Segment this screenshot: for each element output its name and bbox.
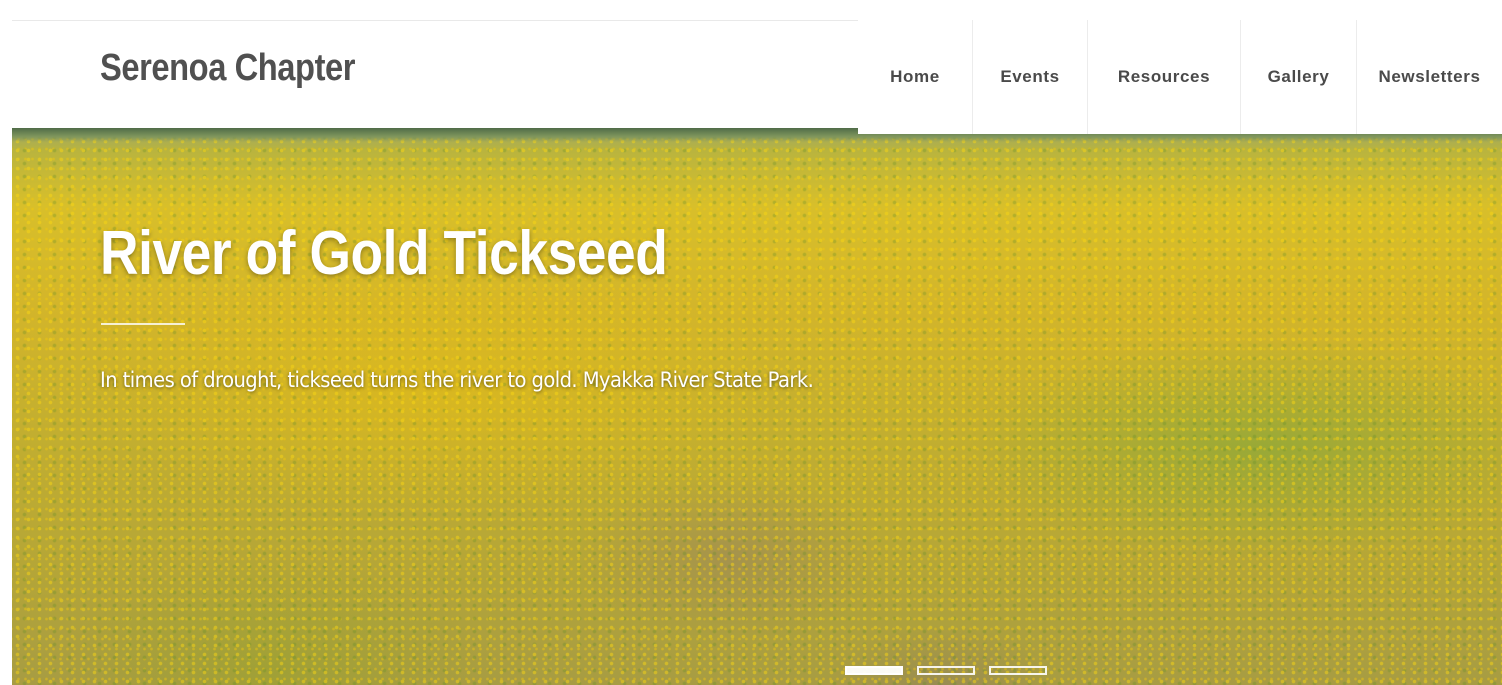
nav-home[interactable]: Home xyxy=(858,20,972,134)
hero-title-divider xyxy=(101,323,185,325)
slider-indicators xyxy=(845,666,1047,675)
nav-events[interactable]: Events xyxy=(972,20,1087,134)
slide-indicator-3[interactable] xyxy=(989,666,1047,675)
nav-gallery[interactable]: Gallery xyxy=(1240,20,1356,134)
slide-indicator-1[interactable] xyxy=(845,666,903,675)
hero-title: River of Gold Tickseed xyxy=(100,219,668,288)
main-navigation: Home Events Resources Gallery Newsletter… xyxy=(858,20,1502,134)
nav-resources[interactable]: Resources xyxy=(1087,20,1240,134)
hero-caption: In times of drought, tickseed turns the … xyxy=(100,368,814,392)
tickseed-field-texture xyxy=(12,128,1502,685)
site-title[interactable]: Serenoa Chapter xyxy=(100,47,356,90)
nav-newsletters[interactable]: Newsletters xyxy=(1356,20,1502,134)
slide-indicator-2[interactable] xyxy=(917,666,975,675)
hero-slide-image xyxy=(12,128,1502,685)
